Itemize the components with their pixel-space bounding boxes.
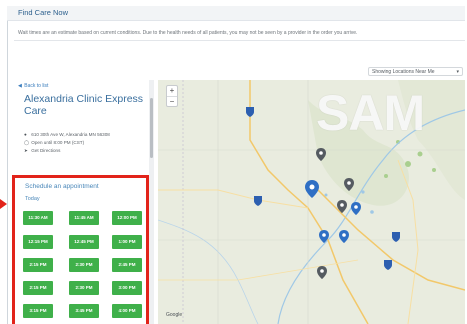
time-slot-button[interactable]: 12:00 PM <box>112 211 142 225</box>
time-slot-button[interactable]: 2:45 PM <box>112 258 142 272</box>
time-slot-button[interactable]: 4:00 PM <box>112 304 142 318</box>
map-road <box>158 189 309 209</box>
time-slot-button[interactable]: 2:30 PM <box>69 281 99 295</box>
time-slot-button[interactable]: 3:45 PM <box>69 304 99 318</box>
clinic-marker[interactable] <box>317 266 327 279</box>
clinic-address[interactable]: ● 610 30th Ave W, Alexandria MN 56308 <box>24 132 110 137</box>
sort-dropdown-value: Showing Locations Near Me <box>372 69 435 75</box>
header-bar <box>7 6 465 21</box>
map-river <box>158 219 259 324</box>
time-slot-button[interactable]: 11:30 AM <box>23 211 53 225</box>
appointment-day-label: Today <box>25 196 40 202</box>
map-lake <box>370 210 374 214</box>
time-slot-button[interactable]: 11:45 AM <box>69 211 99 225</box>
map-park <box>417 151 423 157</box>
clinic-hours-text: Open until 8:00 PM (CST) <box>31 140 85 145</box>
interstate-shield <box>254 196 262 206</box>
header-divider <box>14 40 465 41</box>
time-slot-button[interactable]: 1:00 PM <box>112 235 142 249</box>
clock-icon: ◯ <box>24 140 30 145</box>
map-road <box>158 259 359 281</box>
interstate-shield <box>392 232 400 242</box>
interstate-shield <box>246 107 254 117</box>
wait-time-notice: Wait times are an estimate based on curr… <box>18 30 358 36</box>
time-slot-button[interactable]: 3:00 PM <box>112 281 142 295</box>
time-slot-button[interactable]: 12:45 PM <box>69 235 99 249</box>
map-attribution: Google <box>166 312 183 318</box>
schedule-appointment-heading: Schedule an appointment <box>25 183 99 190</box>
time-slot-button[interactable]: 12:15 PM <box>23 235 53 249</box>
map-park <box>405 161 411 167</box>
zoom-in-button[interactable]: + <box>167 86 177 97</box>
clinic-name: Alexandria Clinic Express Care <box>24 93 144 117</box>
sidebar-scrollbar-thumb[interactable] <box>150 98 153 158</box>
chevron-left-icon: ◀ <box>18 83 22 89</box>
sample-watermark: SAM <box>316 85 425 141</box>
clinic-marker-selected[interactable] <box>305 180 319 198</box>
back-to-list-link[interactable]: ◀ Back to list <box>18 83 48 89</box>
time-slot-button[interactable]: 3:15 PM <box>23 304 53 318</box>
interstate-shield <box>384 260 392 270</box>
time-slot-button[interactable]: 2:15 PM <box>23 258 53 272</box>
time-slot-button[interactable]: 2:15 PM <box>23 281 53 295</box>
sort-dropdown[interactable]: Showing Locations Near Me ▾ <box>368 67 463 76</box>
clinic-marker[interactable] <box>351 202 361 215</box>
highlight-arrow <box>0 199 7 209</box>
get-directions-link[interactable]: ➤ Get Directions <box>24 148 60 154</box>
map-zoom-control[interactable]: + − <box>166 85 178 107</box>
page-title: Find Care Now <box>18 8 69 17</box>
zoom-out-button[interactable]: − <box>167 97 177 107</box>
back-to-list-label: Back to list <box>24 83 49 89</box>
clinic-marker[interactable] <box>339 230 349 243</box>
chevron-down-icon: ▾ <box>456 69 459 75</box>
get-directions-label: Get Directions <box>31 148 61 153</box>
clinic-address-text: 610 30th Ave W, Alexandria MN 56308 <box>31 132 110 137</box>
map-park <box>384 174 388 178</box>
location-pin-icon: ● <box>24 132 27 137</box>
directions-icon: ➤ <box>24 148 28 153</box>
time-slot-button[interactable]: 2:30 PM <box>69 258 99 272</box>
clinic-hours: ◯ Open until 8:00 PM (CST) <box>24 140 84 146</box>
map-park <box>432 168 436 172</box>
